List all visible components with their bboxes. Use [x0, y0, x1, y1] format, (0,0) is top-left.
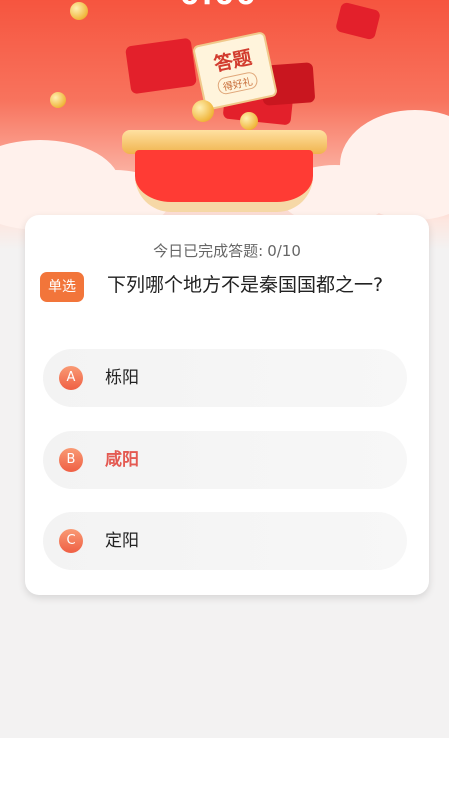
coin-icon: [50, 92, 66, 108]
coin-icon: [70, 2, 88, 20]
red-envelope-icon: [334, 1, 382, 41]
option-letter-badge: B: [59, 448, 83, 472]
timer: 0:00: [180, 0, 258, 11]
option-letter-badge: C: [59, 529, 83, 553]
bottom-area: [0, 738, 449, 800]
option-label: 栎阳: [105, 368, 139, 388]
quiz-card: 今日已完成答题: 0/10 单选 下列哪个地方不是秦国国都之一? A 栎阳 B 咸…: [25, 215, 429, 595]
ticket-subtitle: 得好礼: [216, 70, 259, 96]
progress-status: 今日已完成答题: 0/10: [25, 240, 429, 261]
coin-icon: [240, 112, 258, 130]
question-type-badge: 单选: [40, 272, 84, 302]
option-letter-badge: A: [59, 366, 83, 390]
option-b[interactable]: B 咸阳: [43, 431, 407, 489]
gift-basket-icon: [135, 150, 313, 212]
option-label-selected: 咸阳: [105, 450, 139, 470]
ticket-title: 答题: [212, 46, 254, 76]
progress-count: 0/10: [267, 242, 301, 260]
option-a[interactable]: A 栎阳: [43, 349, 407, 407]
red-envelope-icon: [124, 37, 198, 95]
coin-icon: [192, 100, 214, 122]
question-text: 下列哪个地方不是秦国国都之一?: [107, 274, 384, 296]
option-label: 定阳: [105, 531, 139, 551]
progress-label: 今日已完成答题:: [153, 242, 264, 260]
option-c[interactable]: C 定阳: [43, 512, 407, 570]
header-banner: 答题 得好礼 0:00: [0, 0, 449, 250]
